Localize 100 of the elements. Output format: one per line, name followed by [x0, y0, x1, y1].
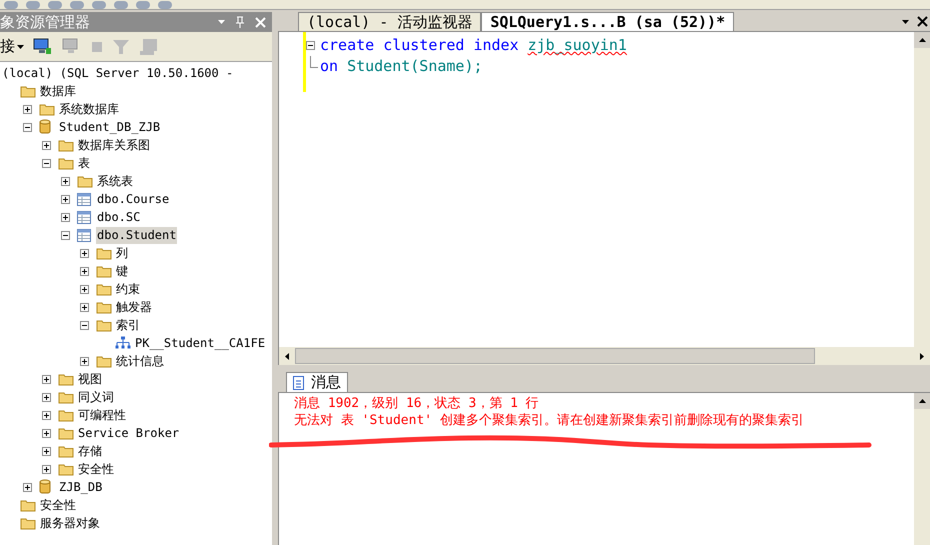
expand-icon[interactable]: [61, 194, 70, 204]
outline-line-icon: [310, 56, 318, 68]
tree-item[interactable]: 列: [115, 244, 129, 262]
horizontal-scrollbar[interactable]: [278, 347, 930, 365]
code-token: on: [320, 56, 338, 77]
tree-item[interactable]: Service Broker: [77, 424, 180, 442]
folder-icon: [20, 498, 36, 512]
tree-item[interactable]: 统计信息: [115, 352, 165, 370]
folder-icon: [96, 354, 112, 368]
scroll-right-icon[interactable]: [920, 352, 924, 360]
expand-icon[interactable]: [42, 392, 51, 402]
tree-item[interactable]: dbo.Student: [96, 226, 178, 244]
connect-button[interactable]: 接: [0, 35, 24, 58]
caret-icon[interactable]: [17, 44, 24, 48]
panel-title: 象资源管理器: [0, 12, 91, 33]
folder-icon: [58, 390, 74, 404]
table-icon: [77, 210, 91, 224]
database-icon: [39, 479, 51, 495]
computer-icon[interactable]: [33, 38, 53, 56]
collapse-icon[interactable]: [306, 41, 315, 50]
expand-icon[interactable]: [42, 446, 51, 456]
tree-item[interactable]: dbo.Course: [96, 190, 170, 208]
tree-item[interactable]: 服务器对象: [39, 514, 101, 532]
expand-icon[interactable]: [80, 266, 89, 276]
document-tab[interactable]: SQLQuery1.s...B (sa (52))*: [481, 12, 734, 31]
change-margin: [303, 32, 306, 92]
tree-item[interactable]: 数据库: [39, 82, 77, 100]
database-icon: [39, 119, 51, 135]
tree-item[interactable]: (local) (SQL Server 10.50.1600 -: [1, 64, 234, 82]
tree-item[interactable]: 系统数据库: [58, 100, 120, 118]
folder-icon: [96, 264, 112, 278]
scroll-left-icon[interactable]: [285, 352, 289, 360]
tree-item[interactable]: Student_DB_ZJB: [58, 118, 162, 136]
tree-item[interactable]: 索引: [115, 316, 141, 334]
code-token: zjb_suoyin1: [528, 35, 627, 56]
expand-icon[interactable]: [80, 248, 89, 258]
code-token: clustered: [383, 35, 464, 56]
expand-icon[interactable]: [42, 428, 51, 438]
tree-item[interactable]: 触发器: [115, 298, 153, 316]
tree-item[interactable]: 安全性: [39, 496, 77, 514]
expand-icon[interactable]: [42, 410, 51, 420]
expand-icon[interactable]: [80, 284, 89, 294]
close-icon[interactable]: [917, 16, 928, 27]
collapse-icon[interactable]: [42, 158, 51, 168]
folder-icon: [77, 174, 93, 188]
dropdown-icon[interactable]: [902, 20, 909, 24]
code-token: index: [473, 35, 519, 56]
folder-icon: [96, 300, 112, 314]
collapse-icon[interactable]: [61, 230, 70, 240]
messages-tab[interactable]: 消息: [286, 372, 348, 392]
scroll-up-icon[interactable]: [918, 38, 926, 42]
expand-icon[interactable]: [42, 140, 51, 150]
folder-icon: [20, 84, 36, 98]
folder-icon: [58, 444, 74, 458]
tree-item[interactable]: 数据库关系图: [77, 136, 151, 154]
tree-item[interactable]: 存储: [77, 442, 103, 460]
code-token: create: [320, 35, 374, 56]
expand-icon[interactable]: [23, 104, 32, 114]
expand-icon[interactable]: [42, 464, 51, 474]
scroll-up-icon[interactable]: [918, 399, 926, 403]
vertical-scrollbar[interactable]: [914, 393, 930, 545]
table-icon: [77, 192, 91, 206]
code-editor[interactable]: create clustered index zjb_suoyin1 on Student(Sname);: [278, 32, 930, 347]
tree-item[interactable]: 键: [115, 262, 129, 280]
folder-icon: [58, 408, 74, 422]
expand-icon[interactable]: [23, 482, 32, 492]
expand-icon[interactable]: [42, 374, 51, 384]
hierarchy-icon: [115, 336, 131, 350]
expand-icon[interactable]: [80, 302, 89, 312]
expand-icon[interactable]: [80, 356, 89, 366]
tree-item[interactable]: 同义词: [77, 388, 115, 406]
tree-item[interactable]: 可编程性: [77, 406, 127, 424]
tree-item[interactable]: dbo.SC: [96, 208, 142, 226]
error-message: 消息 1902，级别 16，状态 3，第 1 行: [294, 395, 540, 412]
collapse-icon[interactable]: [23, 122, 32, 132]
pin-icon[interactable]: [235, 16, 245, 28]
table-icon: [77, 228, 91, 242]
tree-item[interactable]: 约束: [115, 280, 141, 298]
tree-item[interactable]: ZJB_DB: [58, 478, 104, 496]
vertical-scrollbar[interactable]: [914, 32, 930, 347]
folder-icon: [96, 318, 112, 332]
folder-icon: [58, 462, 74, 476]
tree-item[interactable]: 视图: [77, 370, 103, 388]
document-tab[interactable]: (local) - 活动监视器: [298, 12, 482, 31]
error-message: 无法对 表 'Student' 创建多个聚集索引。请在创建新聚集索引前删除现有的聚集索引: [294, 412, 805, 429]
tree-item[interactable]: 系统表: [96, 172, 134, 190]
folder-icon: [96, 246, 112, 260]
tree-item[interactable]: 表: [77, 154, 91, 172]
tree-item[interactable]: 安全性: [77, 460, 115, 478]
scroll-thumb[interactable]: [295, 348, 815, 364]
folder-icon: [96, 282, 112, 296]
folder-icon: [39, 102, 55, 116]
expand-icon[interactable]: [61, 212, 70, 222]
folder-icon: [20, 516, 36, 530]
expand-icon[interactable]: [61, 176, 70, 186]
document-icon: [293, 376, 305, 390]
folder-icon: [58, 426, 74, 440]
folder-icon: [58, 156, 74, 170]
collapse-icon[interactable]: [80, 320, 89, 330]
tree-item[interactable]: PK__Student__CA1FE: [134, 334, 266, 352]
